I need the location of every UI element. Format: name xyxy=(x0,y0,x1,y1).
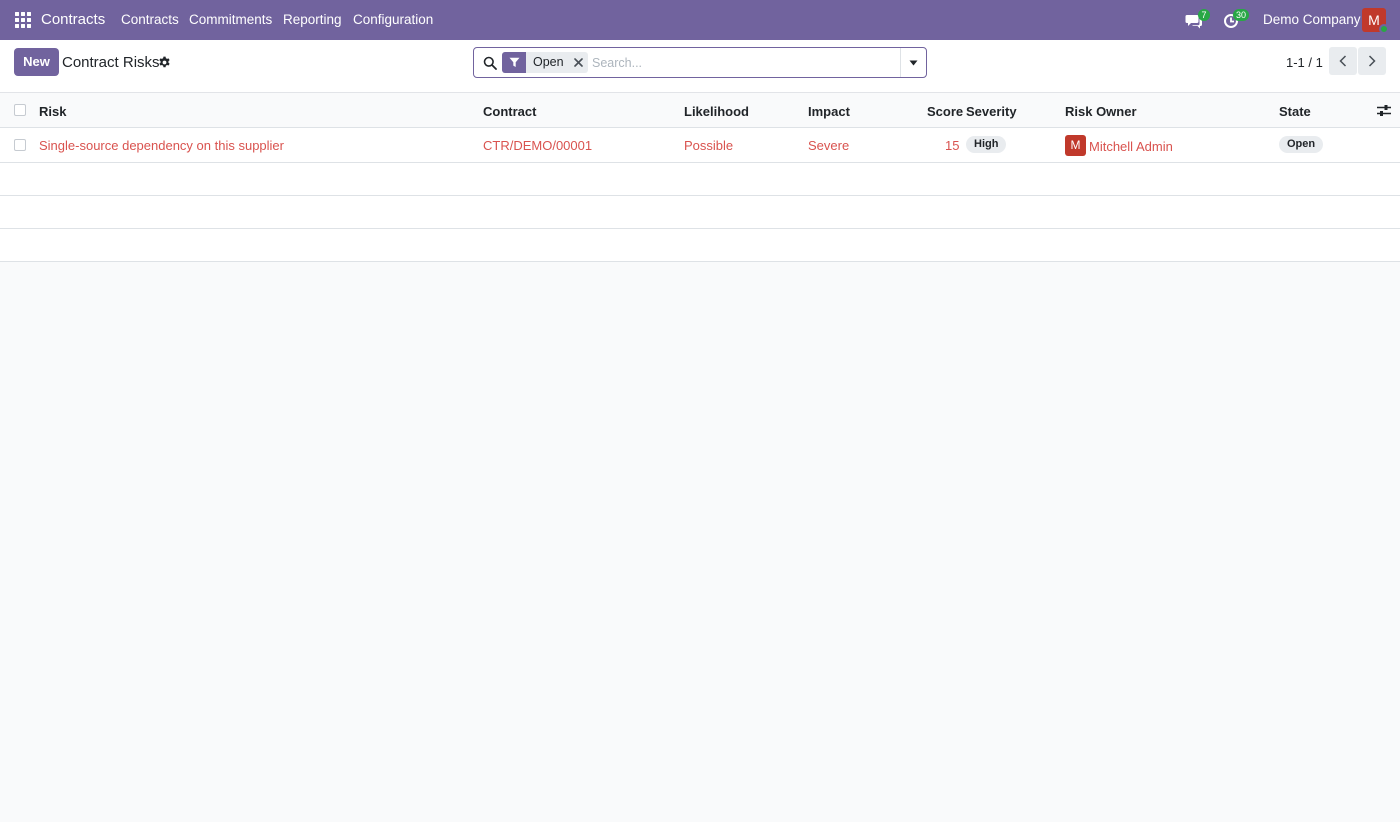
menu-item-reporting[interactable]: Reporting xyxy=(283,12,342,27)
control-panel: New Contract Risks Open 1-1 / 1 xyxy=(0,40,1400,93)
company-switcher[interactable]: Demo Company xyxy=(1263,12,1361,27)
close-icon[interactable] xyxy=(570,52,588,73)
empty-row xyxy=(0,229,1400,262)
apps-grid-icon[interactable] xyxy=(15,12,31,28)
search-icon xyxy=(483,56,497,70)
cell-risk-owner[interactable]: Mitchell Admin xyxy=(1089,139,1173,154)
user-avatar-initial: M xyxy=(1368,12,1380,28)
cell-score: 15 xyxy=(945,138,960,153)
column-header-severity[interactable]: Severity xyxy=(966,104,1017,119)
empty-row xyxy=(0,196,1400,229)
empty-row xyxy=(0,163,1400,196)
column-header-score[interactable]: Score xyxy=(927,104,963,119)
cell-contract[interactable]: CTR/DEMO/00001 xyxy=(483,138,592,153)
optional-columns-icon[interactable] xyxy=(1377,104,1391,117)
owner-avatar: M xyxy=(1065,135,1086,156)
messages-button[interactable]: 7 xyxy=(1185,9,1210,29)
menu-item-contracts[interactable]: Contracts xyxy=(121,12,179,27)
column-header-risk[interactable]: Risk xyxy=(39,104,66,119)
online-status-dot xyxy=(1379,24,1389,34)
facet-value: Open xyxy=(533,55,564,69)
new-button[interactable]: New xyxy=(14,48,59,76)
search-options-toggle[interactable] xyxy=(900,48,926,77)
top-navbar: Contracts Contracts Commitments Reportin… xyxy=(0,0,1400,40)
cell-impact: Severe xyxy=(808,138,850,153)
search-facet-open: Open xyxy=(502,52,588,73)
gear-icon[interactable] xyxy=(158,56,171,69)
user-avatar[interactable]: M xyxy=(1362,8,1389,34)
column-header-impact[interactable]: Impact xyxy=(808,104,850,119)
row-checkbox[interactable] xyxy=(14,139,26,151)
caret-down-icon xyxy=(909,60,918,65)
list-header: Risk Contract Likelihood Impact Score Se… xyxy=(0,93,1400,128)
search-bar: Open xyxy=(473,47,927,78)
select-all-checkbox[interactable] xyxy=(14,104,26,116)
chevron-left-icon xyxy=(1339,55,1347,67)
chevron-right-icon xyxy=(1368,55,1376,67)
state-badge: Open xyxy=(1279,136,1324,153)
column-header-likelihood[interactable]: Likelihood xyxy=(684,104,749,119)
menu-item-commitments[interactable]: Commitments xyxy=(189,12,272,27)
app-brand[interactable]: Contracts xyxy=(41,11,105,28)
activities-count-badge: 30 xyxy=(1233,9,1250,21)
risk-list: Risk Contract Likelihood Impact Score Se… xyxy=(0,93,1400,262)
search-input[interactable] xyxy=(592,53,892,73)
column-header-state[interactable]: State xyxy=(1279,104,1311,119)
menu-item-configuration[interactable]: Configuration xyxy=(353,12,433,27)
filter-icon xyxy=(502,52,526,73)
activities-button[interactable]: 30 xyxy=(1223,9,1250,29)
cell-likelihood: Possible xyxy=(684,138,734,153)
pager-next-button[interactable] xyxy=(1358,47,1386,75)
pager-previous-button[interactable] xyxy=(1329,47,1357,75)
table-row[interactable]: Single-source dependency on this supplie… xyxy=(0,128,1400,163)
pager-value[interactable]: 1-1 / 1 xyxy=(1286,55,1323,70)
column-header-contract[interactable]: Contract xyxy=(483,104,536,119)
column-header-risk-owner[interactable]: Risk Owner xyxy=(1065,104,1137,119)
page-title: Contract Risks xyxy=(62,54,160,71)
cell-risk[interactable]: Single-source dependency on this supplie… xyxy=(39,138,284,153)
severity-badge: High xyxy=(966,136,1007,153)
messages-count-badge: 7 xyxy=(1198,9,1210,21)
